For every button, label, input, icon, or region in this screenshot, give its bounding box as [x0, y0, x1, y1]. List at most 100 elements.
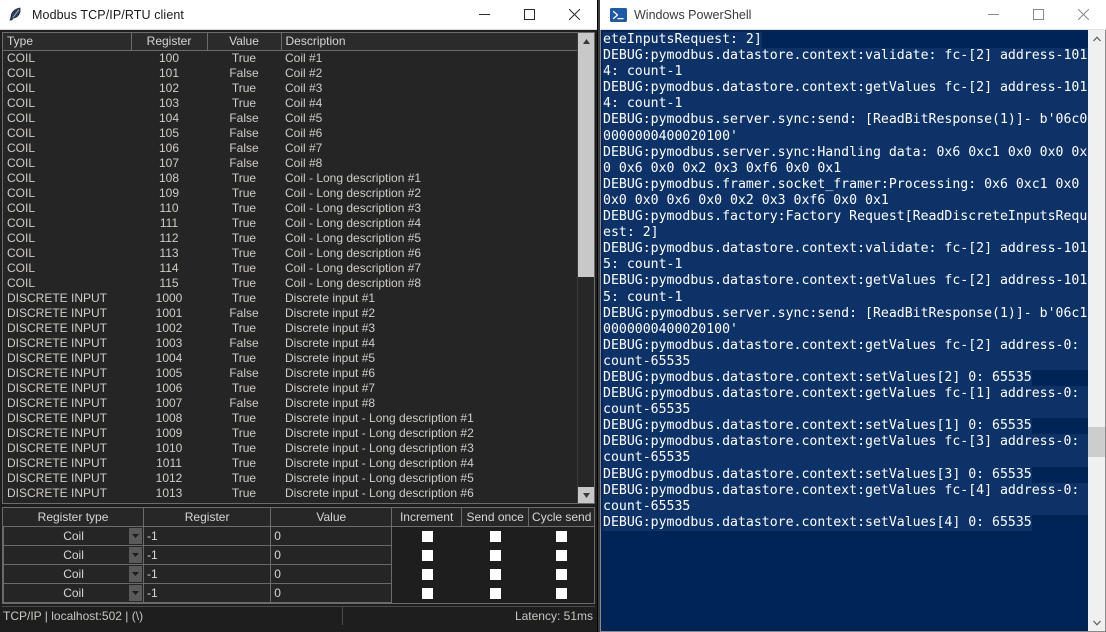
table-row[interactable]: DISCRETE INPUT 1006 True Discrete input #7	[3, 381, 577, 396]
close-button[interactable]	[552, 0, 597, 30]
powershell-icon	[600, 7, 630, 22]
table-row[interactable]: COIL 115 True Coil - Long description #8	[3, 276, 577, 291]
modbus-titlebar[interactable]: Modbus TCP/IP/RTU client	[0, 0, 597, 30]
table-row[interactable]: DISCRETE INPUT 1003 False Discrete input #4	[3, 336, 577, 351]
ps-maximize-button[interactable]	[1016, 0, 1061, 30]
table-row[interactable]: COIL 102 True Coil #3	[3, 81, 577, 96]
register-input[interactable]: -1	[144, 546, 272, 565]
cycle-send-checkbox[interactable]	[556, 531, 568, 542]
value-input[interactable]: 0	[271, 527, 393, 546]
maximize-button[interactable]	[507, 0, 552, 30]
send-once-checkbox[interactable]	[490, 569, 502, 580]
table-row[interactable]: DISCRETE INPUT 1011 True Discrete input - L…	[3, 456, 577, 471]
ps-minimize-button[interactable]	[971, 0, 1016, 30]
scroll-down-arrow-icon[interactable]	[578, 487, 594, 503]
table-row[interactable]: DISCRETE INPUT 1008 True Discrete input - L…	[3, 411, 577, 426]
column-header-description[interactable]: Description	[281, 33, 577, 51]
register-type-select[interactable]: Coil	[3, 565, 145, 584]
cycle-send-checkbox-cell[interactable]	[529, 584, 594, 603]
column-header-type[interactable]: Type	[3, 33, 132, 51]
table-row[interactable]: DISCRETE INPUT 1013 True Discrete input - L…	[3, 486, 577, 501]
cycle-send-checkbox[interactable]	[556, 588, 568, 599]
chevron-down-icon[interactable]	[129, 566, 143, 582]
table-row[interactable]: DISCRETE INPUT 1005 False Discrete input #6	[3, 366, 577, 381]
increment-checkbox[interactable]	[421, 569, 433, 580]
register-input[interactable]: -1	[144, 584, 272, 603]
cycle-send-checkbox-cell[interactable]	[529, 565, 594, 584]
send-once-checkbox-cell[interactable]	[462, 546, 530, 565]
register-input[interactable]: -1	[144, 565, 272, 584]
console-scrollbar-track[interactable]	[1088, 47, 1105, 614]
powershell-titlebar[interactable]: Windows PowerShell	[600, 0, 1106, 30]
powershell-console[interactable]: eteInputsRequest: 2] DEBUG:pymodbus.datas…	[600, 30, 1106, 632]
table-row[interactable]: DISCRETE INPUT 1001 False Discrete input #2	[3, 306, 577, 321]
scrollbar-track[interactable]	[578, 49, 594, 487]
send-once-checkbox[interactable]	[490, 531, 502, 542]
table-row[interactable]: DISCRETE INPUT 1010 True Discrete input - L…	[3, 441, 577, 456]
table-row[interactable]: COIL 107 False Coil #8	[3, 156, 577, 171]
table-vertical-scrollbar[interactable]	[577, 33, 594, 503]
cycle-send-checkbox[interactable]	[556, 550, 568, 561]
chevron-down-icon[interactable]	[129, 528, 143, 544]
cmd-header-register: Register	[144, 508, 272, 526]
table-row[interactable]: COIL 103 True Coil #4	[3, 96, 577, 111]
cell-register: 1008	[155, 410, 183, 425]
column-header-value[interactable]: Value	[207, 33, 282, 51]
table-row[interactable]: COIL 114 True Coil - Long description #7	[3, 261, 577, 276]
table-row[interactable]: COIL 100 True Coil #1	[3, 50, 577, 66]
register-input[interactable]: -1	[144, 527, 272, 546]
send-once-checkbox[interactable]	[490, 550, 502, 561]
increment-checkbox[interactable]	[421, 588, 433, 599]
table-row[interactable]: DISCRETE INPUT 1000 True Discrete input #1	[3, 291, 577, 306]
scrollbar-thumb[interactable]	[578, 49, 594, 277]
table-row[interactable]: COIL 110 True Coil - Long description #3	[3, 201, 577, 216]
increment-checkbox-cell[interactable]	[392, 565, 462, 584]
cell-register: 112	[159, 230, 179, 245]
send-once-checkbox-cell[interactable]	[462, 565, 530, 584]
table-row[interactable]: DISCRETE INPUT 1009 True Discrete input - L…	[3, 426, 577, 441]
cycle-send-checkbox-cell[interactable]	[529, 546, 594, 565]
table-row[interactable]: COIL 105 False Coil #6	[3, 126, 577, 141]
increment-checkbox[interactable]	[421, 550, 433, 561]
ps-close-button[interactable]	[1061, 0, 1106, 30]
table-row[interactable]: COIL 106 False Coil #7	[3, 141, 577, 156]
console-scroll-down-icon[interactable]	[1088, 614, 1105, 631]
cell-description: Coil #4	[285, 95, 323, 110]
increment-checkbox-cell[interactable]	[392, 546, 462, 565]
cycle-send-checkbox[interactable]	[556, 569, 568, 580]
table-row[interactable]: DISCRETE INPUT 1012 True Discrete input - L…	[3, 471, 577, 486]
chevron-down-icon[interactable]	[129, 547, 143, 563]
increment-checkbox[interactable]	[421, 531, 433, 542]
table-row[interactable]: COIL 112 True Coil - Long description #5	[3, 231, 577, 246]
cycle-send-checkbox-cell[interactable]	[529, 527, 594, 546]
modbus-client-window: Modbus TCP/IP/RTU client Type Register V…	[0, 0, 598, 632]
minimize-button[interactable]	[462, 0, 507, 30]
send-once-checkbox[interactable]	[490, 588, 502, 599]
increment-checkbox-cell[interactable]	[392, 584, 462, 603]
console-scroll-up-icon[interactable]	[1088, 30, 1105, 47]
table-row[interactable]: COIL 104 False Coil #5	[3, 111, 577, 126]
scroll-up-arrow-icon[interactable]	[578, 33, 594, 49]
send-once-checkbox-cell[interactable]	[462, 527, 530, 546]
value-input[interactable]: 0	[271, 565, 393, 584]
console-scrollbar-thumb[interactable]	[1088, 427, 1105, 457]
register-type-select[interactable]: Coil	[3, 527, 145, 546]
table-row[interactable]: COIL 108 True Coil - Long description #1	[3, 171, 577, 186]
table-row[interactable]: COIL 113 True Coil - Long description #6	[3, 246, 577, 261]
table-row[interactable]: DISCRETE INPUT 1007 False Discrete input #8	[3, 396, 577, 411]
table-row[interactable]: COIL 111 True Coil - Long description #4	[3, 216, 577, 231]
table-row[interactable]: DISCRETE INPUT 1004 True Discrete input #5	[3, 351, 577, 366]
register-type-select[interactable]: Coil	[3, 546, 145, 565]
cell-register: 106	[158, 140, 180, 155]
send-once-checkbox-cell[interactable]	[462, 584, 530, 603]
chevron-down-icon[interactable]	[129, 585, 143, 601]
table-row[interactable]: COIL 101 False Coil #2	[3, 66, 577, 81]
console-vertical-scrollbar[interactable]	[1088, 30, 1105, 631]
table-row[interactable]: COIL 109 True Coil - Long description #2	[3, 186, 577, 201]
value-input[interactable]: 0	[271, 546, 393, 565]
column-header-register[interactable]: Register	[131, 33, 208, 51]
increment-checkbox-cell[interactable]	[392, 527, 462, 546]
value-input[interactable]: 0	[271, 584, 393, 603]
table-row[interactable]: DISCRETE INPUT 1002 True Discrete input #3	[3, 321, 577, 336]
register-type-select[interactable]: Coil	[3, 584, 145, 603]
